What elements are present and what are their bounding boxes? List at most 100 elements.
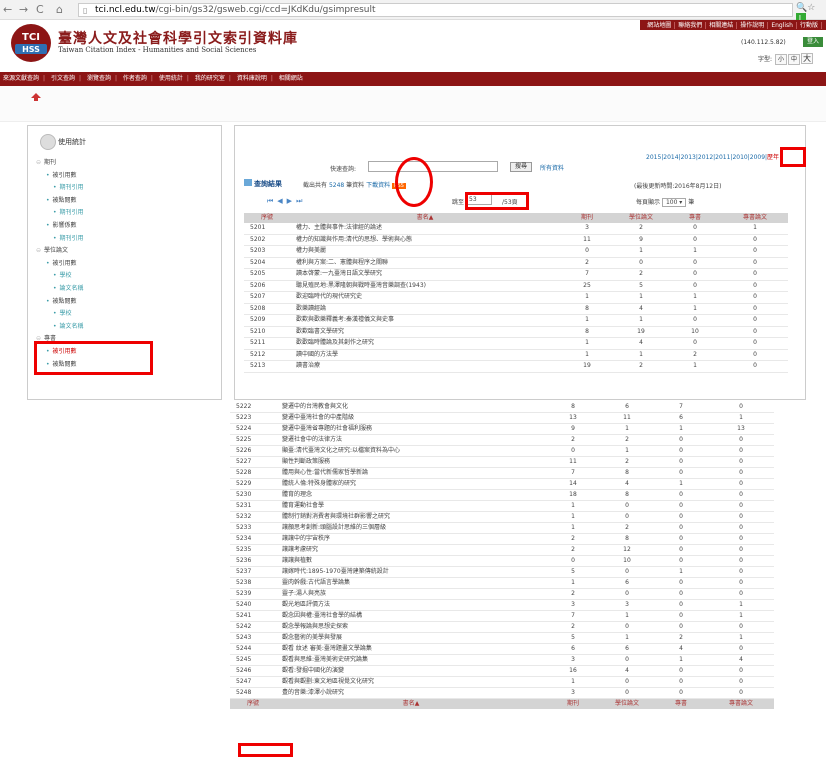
nav-item[interactable]: 資料庫說明 xyxy=(234,75,270,82)
table-cell-name[interactable]: 觀看:發掘中國化的演變 xyxy=(276,665,546,677)
header-link[interactable]: 聯絡我們 xyxy=(675,22,707,29)
table-cell-name[interactable]: 變遷社會中的法律方法 xyxy=(276,434,546,446)
table-row[interactable]: 5226 顯臺:清代臺灣文化之研究:以檔案資料為中心 0 1 0 0 xyxy=(230,445,774,457)
table-cell-name[interactable]: 豊的音樂:漆澤小說研究 xyxy=(276,687,546,699)
table-cell-name[interactable]: 觀念藝術的美學與發展 xyxy=(276,632,546,644)
column-header-name[interactable]: 書名▲ xyxy=(290,213,560,223)
sidebar-tree-item[interactable]: • 論文名稱 xyxy=(36,283,221,296)
table-cell-name[interactable]: 變遷中臺灣省專題的社會福利服務 xyxy=(276,423,546,435)
table-row[interactable]: 5241 觀念因與權:臺灣社會學的結構 7 1 0 1 xyxy=(230,610,774,622)
table-row[interactable]: 5223 變遷中臺灣社會的中產階級 13 11 6 1 xyxy=(230,412,774,424)
table-cell-name[interactable]: 讓嫁時代:1895-1970臺灣建築傳統設計 xyxy=(276,566,546,578)
table-row[interactable]: 5242 觀念學報論與思想史探索 2 0 0 0 xyxy=(230,621,774,633)
nav-item[interactable]: 來源文獻查詢 xyxy=(0,75,42,82)
table-row[interactable]: 5206 聽見殖民地:黑澤隆朝與戰時臺灣音樂調查(1943) 25 5 0 0 xyxy=(244,280,788,292)
table-cell-name[interactable]: 聽見殖民地:黑澤隆朝與戰時臺灣音樂調查(1943) xyxy=(290,280,560,292)
table-row[interactable]: 5238 靈肉幹戲:古代語言學論集 1 6 0 0 xyxy=(230,577,774,589)
table-row[interactable]: 5229 體統人倫:特殊身體家的研究 14 4 1 0 xyxy=(230,478,774,490)
column-header-no[interactable]: 序號 xyxy=(244,213,290,223)
table-cell-name[interactable]: 觀念學報論與思想史探索 xyxy=(276,621,546,633)
table-cell-name[interactable]: 權力與美麗 xyxy=(290,245,560,258)
column-header-book_thesis[interactable]: 專書論文 xyxy=(708,698,774,709)
table-cell-name[interactable]: 觀看 紋述 審美:臺灣題畫文學論集 xyxy=(276,643,546,655)
table-cell-name[interactable]: 讀本啓蒙:一九臺灣日語文學研究 xyxy=(290,268,560,281)
column-header-thesis[interactable]: 學位論文 xyxy=(614,213,668,223)
login-button[interactable]: 登入 xyxy=(803,37,823,47)
column-header-journal[interactable]: 期刊 xyxy=(560,213,614,223)
table-row[interactable]: 5207 歡迎臨時代的現代研究史 1 1 1 0 xyxy=(244,291,788,304)
table-cell-name[interactable]: 讀書治療 xyxy=(290,360,560,373)
nav-item[interactable]: 我的研究室 xyxy=(192,75,228,82)
table-cell-name[interactable]: 讓讓考慮研究 xyxy=(276,544,546,556)
table-row[interactable]: 5243 觀念藝術的美學與發展 5 1 2 1 xyxy=(230,632,774,644)
rss-badge[interactable]: RSS xyxy=(392,183,406,189)
table-cell-name[interactable]: 顯臺:清代臺灣文化之研究:以檔案資料為中心 xyxy=(276,445,546,457)
table-cell-name[interactable]: 體育運動社會學 xyxy=(276,500,546,512)
home-mark-icon[interactable] xyxy=(30,92,42,102)
table-cell-name[interactable]: 權力、主體與事件:法律經的論述 xyxy=(290,223,560,235)
table-row[interactable]: 5201 權力、主體與事件:法律經的論述 3 2 0 1 xyxy=(244,223,788,235)
header-link[interactable]: 操作說明 xyxy=(737,22,769,29)
table-cell-name[interactable]: 歡歎臨書文學研究 xyxy=(290,326,560,338)
home-icon[interactable]: ⌂ xyxy=(56,3,63,17)
table-cell-name[interactable]: 讓讓中的宇宙秩序 xyxy=(276,533,546,545)
table-cell-name[interactable]: 權利與方案:二、憲體與程序之關聯 xyxy=(290,257,560,269)
table-row[interactable]: 5240 觀光地區評價方法 3 3 0 1 xyxy=(230,599,774,611)
table-row[interactable]: 5236 讓讓與植數 0 10 0 0 xyxy=(230,555,774,567)
table-row[interactable]: 5237 讓嫁時代:1895-1970臺灣建築傳統設計 5 0 1 0 xyxy=(230,566,774,578)
sidebar-tree-item[interactable]: • 被點閱數 xyxy=(36,195,221,208)
table-row[interactable]: 5225 變遷社會中的法律方法 2 2 0 0 xyxy=(230,434,774,446)
table-cell-name[interactable]: 讓讓與植數 xyxy=(276,555,546,567)
table-cell-name[interactable]: 觀看與觀劃:東文地區視覺文化研究 xyxy=(276,676,546,688)
table-cell-name[interactable]: 體制行銷對消費者與環境社群影響之研究 xyxy=(276,511,546,523)
column-header-book_thesis[interactable]: 專書論文 xyxy=(722,213,788,223)
column-header-no[interactable]: 序號 xyxy=(230,698,276,709)
table-row[interactable]: 5230 體育的理念 18 8 0 0 xyxy=(230,489,774,501)
table-row[interactable]: 5213 讀書治療 19 2 1 0 xyxy=(244,360,788,373)
table-row[interactable]: 5247 觀看與觀劃:東文地區視覺文化研究 1 0 0 0 xyxy=(230,676,774,688)
font-size-medium-button[interactable]: 中 xyxy=(787,54,800,65)
table-cell-name[interactable]: 變遷中臺灣社會的中產階級 xyxy=(276,412,546,424)
sidebar-tree-item[interactable]: • 被引用數 xyxy=(36,346,221,359)
table-cell-name[interactable]: 歡歡臨時體論及其創作之研究 xyxy=(290,337,560,350)
sidebar-tree-item[interactable]: • 被點閱數 xyxy=(36,296,221,309)
forward-arrow-icon[interactable]: → xyxy=(19,3,28,17)
table-row[interactable]: 5248 豊的音樂:漆澤小說研究 3 0 0 0 xyxy=(230,687,774,699)
year-links[interactable]: 2015|2014|2013|2012|2011|2010|2009| xyxy=(646,154,767,161)
font-size-small-button[interactable]: 小 xyxy=(774,54,787,65)
font-size-large-button[interactable]: 大 xyxy=(800,53,813,64)
search-button[interactable]: 搜尋 xyxy=(510,162,532,172)
sidebar-tree-item[interactable]: • 學校 xyxy=(36,308,221,321)
table-cell-name[interactable]: 讀中國的方法學 xyxy=(290,349,560,361)
table-row[interactable]: 5232 體制行銷對消費者與環境社群影響之研究 1 0 0 0 xyxy=(230,511,774,523)
sidebar-tree-item[interactable]: • 被引用數 xyxy=(36,170,221,183)
table-cell-name[interactable]: 歡歎與歡樂釋義考:秦漢禮儀文與史事 xyxy=(290,314,560,327)
table-cell-name[interactable]: 體用與心性:當代新儒家哲學新論 xyxy=(276,467,546,479)
page-input[interactable]: 53 xyxy=(466,194,492,205)
back-arrow-icon[interactable]: ← xyxy=(3,3,12,17)
table-row[interactable]: 5203 權力與美麗 0 1 1 0 xyxy=(244,245,788,258)
header-link[interactable]: 相關連結 xyxy=(706,22,738,29)
table-row[interactable]: 5244 觀看 紋述 審美:臺灣題畫文學論集 6 6 4 0 xyxy=(230,643,774,655)
quick-search-input[interactable] xyxy=(368,161,498,172)
table-cell-name[interactable]: 顯性判斷政策服務 xyxy=(276,456,546,468)
table-row[interactable]: 5211 歡歡臨時體論及其創作之研究 1 4 0 0 xyxy=(244,337,788,350)
sidebar-tree-item[interactable]: • 論文名稱 xyxy=(36,321,221,334)
sidebar-tree-item[interactable]: ⊖ 專書 xyxy=(36,333,221,346)
table-cell-name[interactable]: 變遷中的台灣教會與文化 xyxy=(276,402,546,413)
sidebar-tree-item[interactable]: • 學校 xyxy=(36,270,221,283)
table-cell-name[interactable]: 體統人倫:特殊身體家的研究 xyxy=(276,478,546,490)
table-cell-name[interactable]: 歡迎臨時代的現代研究史 xyxy=(290,291,560,304)
per-page-select[interactable]: 100 ▾ xyxy=(661,198,687,207)
sidebar-tree-item[interactable]: • 被引用數 xyxy=(36,258,221,271)
table-cell-name[interactable]: 觀念因與權:臺灣社會學的結構 xyxy=(276,610,546,622)
table-cell-name[interactable]: 靈子:湯人與亮族 xyxy=(276,588,546,600)
sidebar-tree-item[interactable]: • 影響係數 xyxy=(36,220,221,233)
sidebar-tree-item[interactable]: ⊖ 期刊 xyxy=(36,157,221,170)
all-data-link[interactable]: 所有資料 xyxy=(540,163,564,172)
column-header-name[interactable]: 書名▲ xyxy=(276,698,546,709)
table-row[interactable]: 5208 歡樂讀經論 8 4 1 0 xyxy=(244,303,788,315)
column-header-journal[interactable]: 期刊 xyxy=(546,698,600,709)
header-link[interactable]: English xyxy=(768,22,797,29)
column-header-book[interactable]: 專書 xyxy=(668,213,722,223)
